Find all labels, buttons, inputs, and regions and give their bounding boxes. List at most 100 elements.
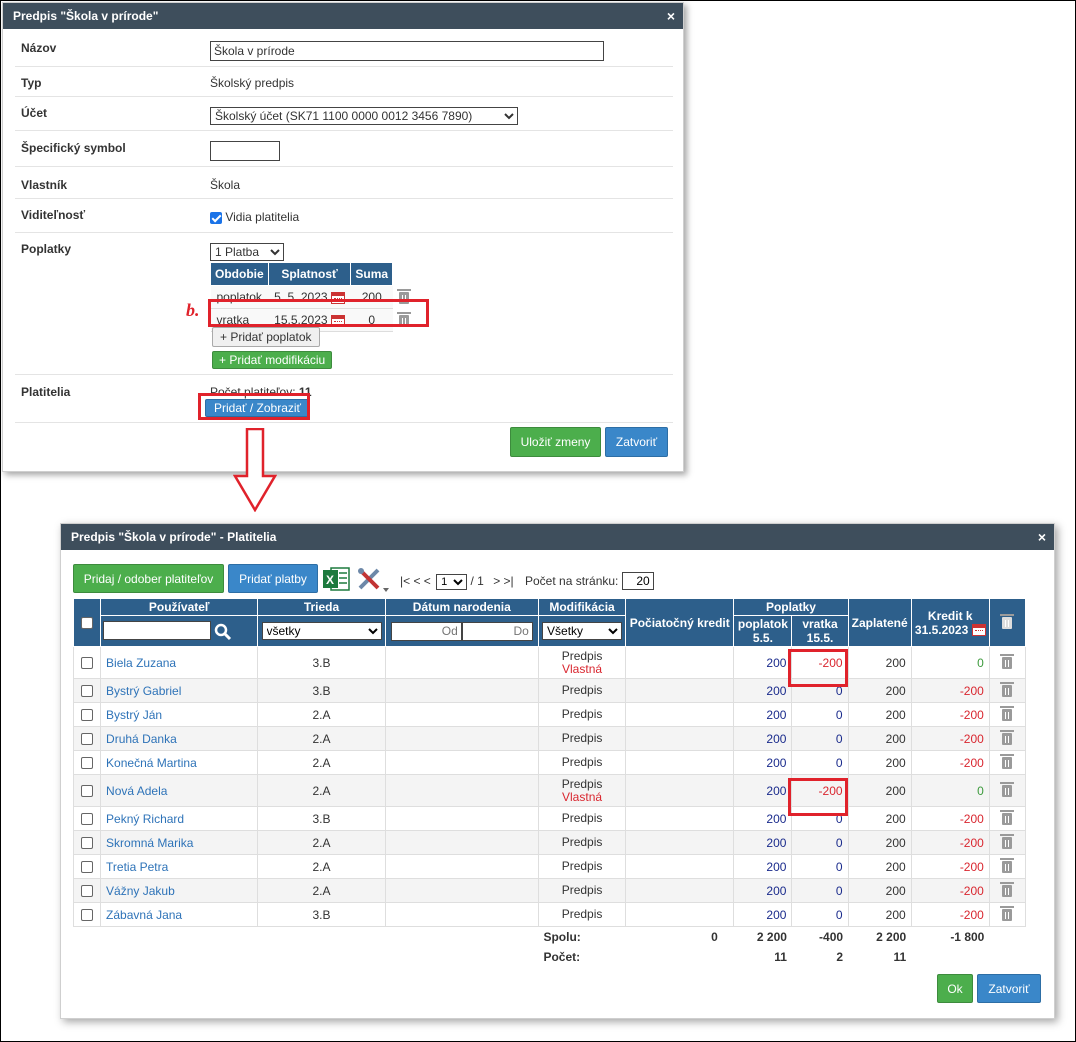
payer-fee1[interactable]: 200 <box>733 774 793 807</box>
trash-icon[interactable] <box>1000 882 1015 898</box>
col-paid[interactable]: Zaplatené <box>847 598 912 647</box>
tools-icon[interactable] <box>356 566 390 594</box>
payer-fee1[interactable]: 200 <box>733 806 793 831</box>
payer-name[interactable]: Pekný Richard <box>100 806 259 831</box>
row-checkbox[interactable] <box>81 885 94 898</box>
trash-icon[interactable] <box>1000 706 1015 722</box>
save-changes-button[interactable]: Uložiť zmeny <box>510 427 601 457</box>
col-credit[interactable]: Kredit k 31.5.2023 <box>910 598 990 647</box>
search-icon[interactable] <box>214 623 232 641</box>
payer-name[interactable]: Biela Zuzana <box>100 646 259 679</box>
dob-from-input[interactable] <box>390 621 462 641</box>
row-checkbox[interactable] <box>81 709 94 722</box>
dob-to-input[interactable] <box>461 621 533 641</box>
payer-fee2[interactable]: 0 <box>791 902 849 927</box>
visibility-checkbox[interactable] <box>210 211 222 224</box>
payer-fee1[interactable]: 200 <box>733 854 793 879</box>
payer-fee1[interactable]: 200 <box>733 678 793 703</box>
payer-name[interactable]: Druhá Danka <box>100 726 259 751</box>
payer-name[interactable]: Bystrý Ján <box>100 702 259 727</box>
class-filter-select[interactable]: všetky <box>261 622 382 640</box>
table-row: Biela Zuzana 3.B Predpis Vlastná 200 -200 200 0 <box>72 646 1027 679</box>
payer-name[interactable]: Nová Adela <box>100 774 259 807</box>
payer-modification: Predpis <box>537 902 627 927</box>
summary-total-initial: 0 <box>625 926 734 947</box>
row-checkbox[interactable] <box>81 861 94 874</box>
trash-icon[interactable] <box>1000 654 1015 670</box>
add-payments-button[interactable]: Pridať platby <box>228 564 318 593</box>
name-input[interactable] <box>210 41 604 61</box>
row-delete-cell <box>988 830 1027 855</box>
excel-icon[interactable]: X <box>322 566 350 592</box>
row-checkbox[interactable] <box>81 657 94 670</box>
row-checkbox[interactable] <box>81 733 94 746</box>
calendar-icon[interactable] <box>971 624 986 637</box>
summary-total-paid: 2 200 <box>848 926 912 947</box>
add-fee-button[interactable]: + Pridať poplatok <box>212 327 320 347</box>
close-icon[interactable]: × <box>667 3 675 29</box>
trash-icon[interactable] <box>1000 754 1015 770</box>
payer-name[interactable]: Konečná Martina <box>100 750 259 775</box>
row-checkbox[interactable] <box>81 909 94 922</box>
payer-name[interactable]: Vážny Jakub <box>100 878 259 903</box>
pager-next-last[interactable]: > >| <box>493 574 513 588</box>
ok-button[interactable]: Ok <box>937 974 973 1003</box>
payers-close-button[interactable]: Zatvoriť <box>977 974 1041 1003</box>
payer-fee1[interactable]: 200 <box>733 750 793 775</box>
account-select[interactable]: Školský účet (SK71 1100 0000 0012 3456 7… <box>210 107 518 125</box>
row-checkbox[interactable] <box>81 785 94 798</box>
payer-fee2[interactable]: 0 <box>791 878 849 903</box>
mod-filter-select[interactable]: Všetky <box>542 622 623 640</box>
payer-initial-credit <box>625 902 735 927</box>
row-visibility: Viditeľnosť Vidia platitelia <box>15 199 673 233</box>
col-modification[interactable]: Modifikácia <box>537 598 627 616</box>
summary-spacer <box>385 926 539 947</box>
trash-icon[interactable] <box>1000 682 1015 698</box>
col-user[interactable]: Používateľ <box>100 598 259 616</box>
row-checkbox[interactable] <box>81 757 94 770</box>
payer-fee1[interactable]: 200 <box>733 878 793 903</box>
specific-symbol-input[interactable] <box>210 141 280 161</box>
payer-fee2[interactable]: 0 <box>791 702 849 727</box>
add-remove-payers-button[interactable]: Pridaj / odober platiteľov <box>73 564 224 593</box>
payment-count-select[interactable]: 1 Platba <box>210 243 284 261</box>
col-fee1[interactable]: poplatok 5.5. <box>733 615 793 647</box>
row-checkbox[interactable] <box>81 685 94 698</box>
payer-name[interactable]: Zábavná Jana <box>100 902 259 927</box>
select-all-checkbox[interactable] <box>81 617 94 630</box>
close-button[interactable]: Zatvoriť <box>605 427 668 457</box>
row-checkbox[interactable] <box>81 813 94 826</box>
col-initial-credit[interactable]: Počiatočný kredit <box>625 598 735 647</box>
trash-icon[interactable] <box>1000 834 1015 850</box>
user-search-input[interactable] <box>103 621 212 641</box>
pager-first-prev[interactable]: |< < < <box>400 574 431 588</box>
payer-fee2[interactable]: 0 <box>791 854 849 879</box>
payer-paid: 200 <box>847 678 912 703</box>
payer-name[interactable]: Bystrý Gabriel <box>100 678 259 703</box>
payer-modification: Predpis <box>537 702 627 727</box>
payer-fee1[interactable]: 200 <box>733 702 793 727</box>
trash-icon[interactable] <box>1000 810 1015 826</box>
trash-icon[interactable] <box>1000 614 1015 630</box>
payer-name[interactable]: Skromná Marika <box>100 830 259 855</box>
trash-icon[interactable] <box>1000 730 1015 746</box>
col-fee2[interactable]: vratka 15.5. <box>791 615 849 647</box>
payer-fee2[interactable]: 0 <box>791 726 849 751</box>
trash-icon[interactable] <box>1000 782 1015 798</box>
page-select[interactable]: 1 <box>436 574 468 590</box>
trash-icon[interactable] <box>1000 906 1015 922</box>
per-page-input[interactable] <box>621 572 654 590</box>
payer-fee1[interactable]: 200 <box>733 902 793 927</box>
row-checkbox[interactable] <box>81 837 94 850</box>
close-icon[interactable]: × <box>1038 524 1046 550</box>
payer-fee1[interactable]: 200 <box>733 646 793 679</box>
payer-fee1[interactable]: 200 <box>733 726 793 751</box>
add-modification-button[interactable]: + Pridať modifikáciu <box>212 351 333 369</box>
trash-icon[interactable] <box>1000 858 1015 874</box>
payer-fee2[interactable]: 0 <box>791 750 849 775</box>
col-dob[interactable]: Dátum narodenia <box>384 598 539 616</box>
col-class[interactable]: Trieda <box>257 598 386 616</box>
payer-fee1[interactable]: 200 <box>733 830 793 855</box>
payer-name[interactable]: Tretia Petra <box>100 854 259 879</box>
payer-fee2[interactable]: 0 <box>791 830 849 855</box>
